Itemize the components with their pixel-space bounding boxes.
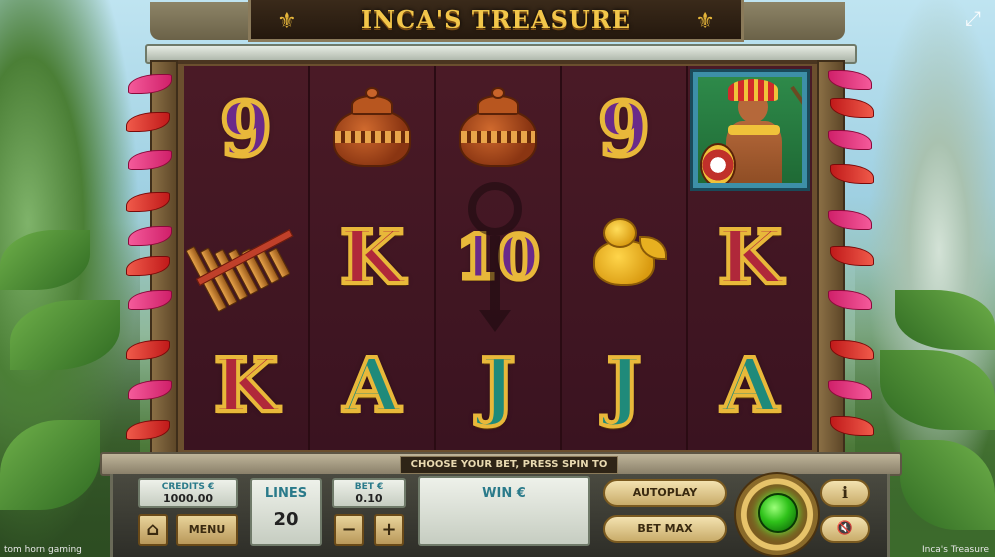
win-label: WIN € (482, 486, 526, 501)
reel-5: K A (688, 66, 812, 450)
menu-button[interactable]: MENU (176, 514, 238, 546)
reel-cell (310, 66, 434, 194)
wild-shadow-overlay (440, 178, 550, 348)
reel-cell: J (562, 322, 686, 450)
bet-value: 0.10 (355, 492, 383, 505)
reel-cell: 9 (562, 66, 686, 194)
spin-button[interactable] (758, 493, 798, 533)
reel-cell: K (688, 194, 812, 322)
fleur-ornament-icon: ⚜ (277, 9, 297, 34)
lines-label: LINES (264, 486, 308, 501)
reel-2: K A (310, 66, 436, 450)
panpipe-symbol (185, 204, 306, 313)
menu-label: MENU (188, 523, 226, 536)
autoplay-label: AUTOPLAY (632, 486, 698, 499)
symbol-jack: J (604, 343, 643, 429)
bet-display: BET € 0.10 (332, 478, 406, 508)
mute-icon: 🔇 (836, 521, 854, 536)
symbol-ace: A (719, 343, 780, 429)
home-button[interactable]: ⌂ (138, 514, 168, 546)
status-message: CHOOSE YOUR BET, PRESS SPIN TO PLAY (400, 456, 618, 486)
reel-4: 9 J (562, 66, 688, 450)
symbol-king: K (716, 215, 784, 301)
clay-pot-symbol (453, 87, 543, 169)
symbol-nine: 9 (596, 87, 652, 173)
reel-cell: K (184, 322, 308, 450)
bet-label: BET € (354, 482, 384, 492)
credits-value: 1000.00 (162, 492, 214, 505)
plus-icon: + (381, 519, 397, 540)
autoplay-button[interactable]: AUTOPLAY (603, 479, 727, 507)
reel-cell: A (310, 322, 434, 450)
inca-warrior-symbol (690, 69, 810, 191)
bet-minus-button[interactable]: − (334, 514, 364, 546)
golden-bird-symbol (581, 218, 667, 298)
symbol-jack: J (478, 343, 517, 429)
reel-cell: A (688, 322, 812, 450)
symbol-king: K (212, 343, 280, 429)
reel-cell (436, 66, 560, 194)
bet-plus-button[interactable]: + (374, 514, 404, 546)
bet-max-label: BET MAX (637, 522, 693, 535)
symbol-ace: A (341, 343, 402, 429)
reel-cell (562, 194, 686, 322)
clay-pot-symbol (327, 87, 417, 169)
reel-cell: K (310, 194, 434, 322)
provider-label: tom horn gaming (4, 545, 82, 555)
symbol-nine: 9 (218, 87, 274, 173)
home-icon: ⌂ (146, 519, 160, 540)
sound-button[interactable]: 🔇 (820, 515, 870, 543)
fullscreen-icon[interactable]: ⤢ (961, 6, 985, 30)
credits-display: CREDITS € 1000.00 (138, 478, 238, 508)
fleur-ornament-icon: ⚜ (695, 9, 715, 34)
reel-cell (688, 66, 812, 194)
symbol-king: K (338, 215, 406, 301)
reel-cell (184, 194, 308, 322)
credits-label: CREDITS € (161, 482, 215, 492)
minus-icon: − (341, 519, 357, 540)
game-title: INCA'S TREASURE (360, 5, 632, 34)
game-name-label: Inca's Treasure (921, 545, 989, 555)
bet-max-button[interactable]: BET MAX (603, 515, 727, 543)
reel-1: 9 K (184, 66, 310, 450)
info-icon: i (841, 483, 849, 502)
info-button[interactable]: i (820, 479, 870, 507)
win-display: WIN € (418, 476, 590, 546)
reel-cell: 9 (184, 66, 308, 194)
lines-value: 20 (273, 509, 299, 530)
title-banner: ⚜ INCA'S TREASURE ⚜ (248, 0, 744, 42)
lines-display: LINES 20 (250, 478, 322, 546)
